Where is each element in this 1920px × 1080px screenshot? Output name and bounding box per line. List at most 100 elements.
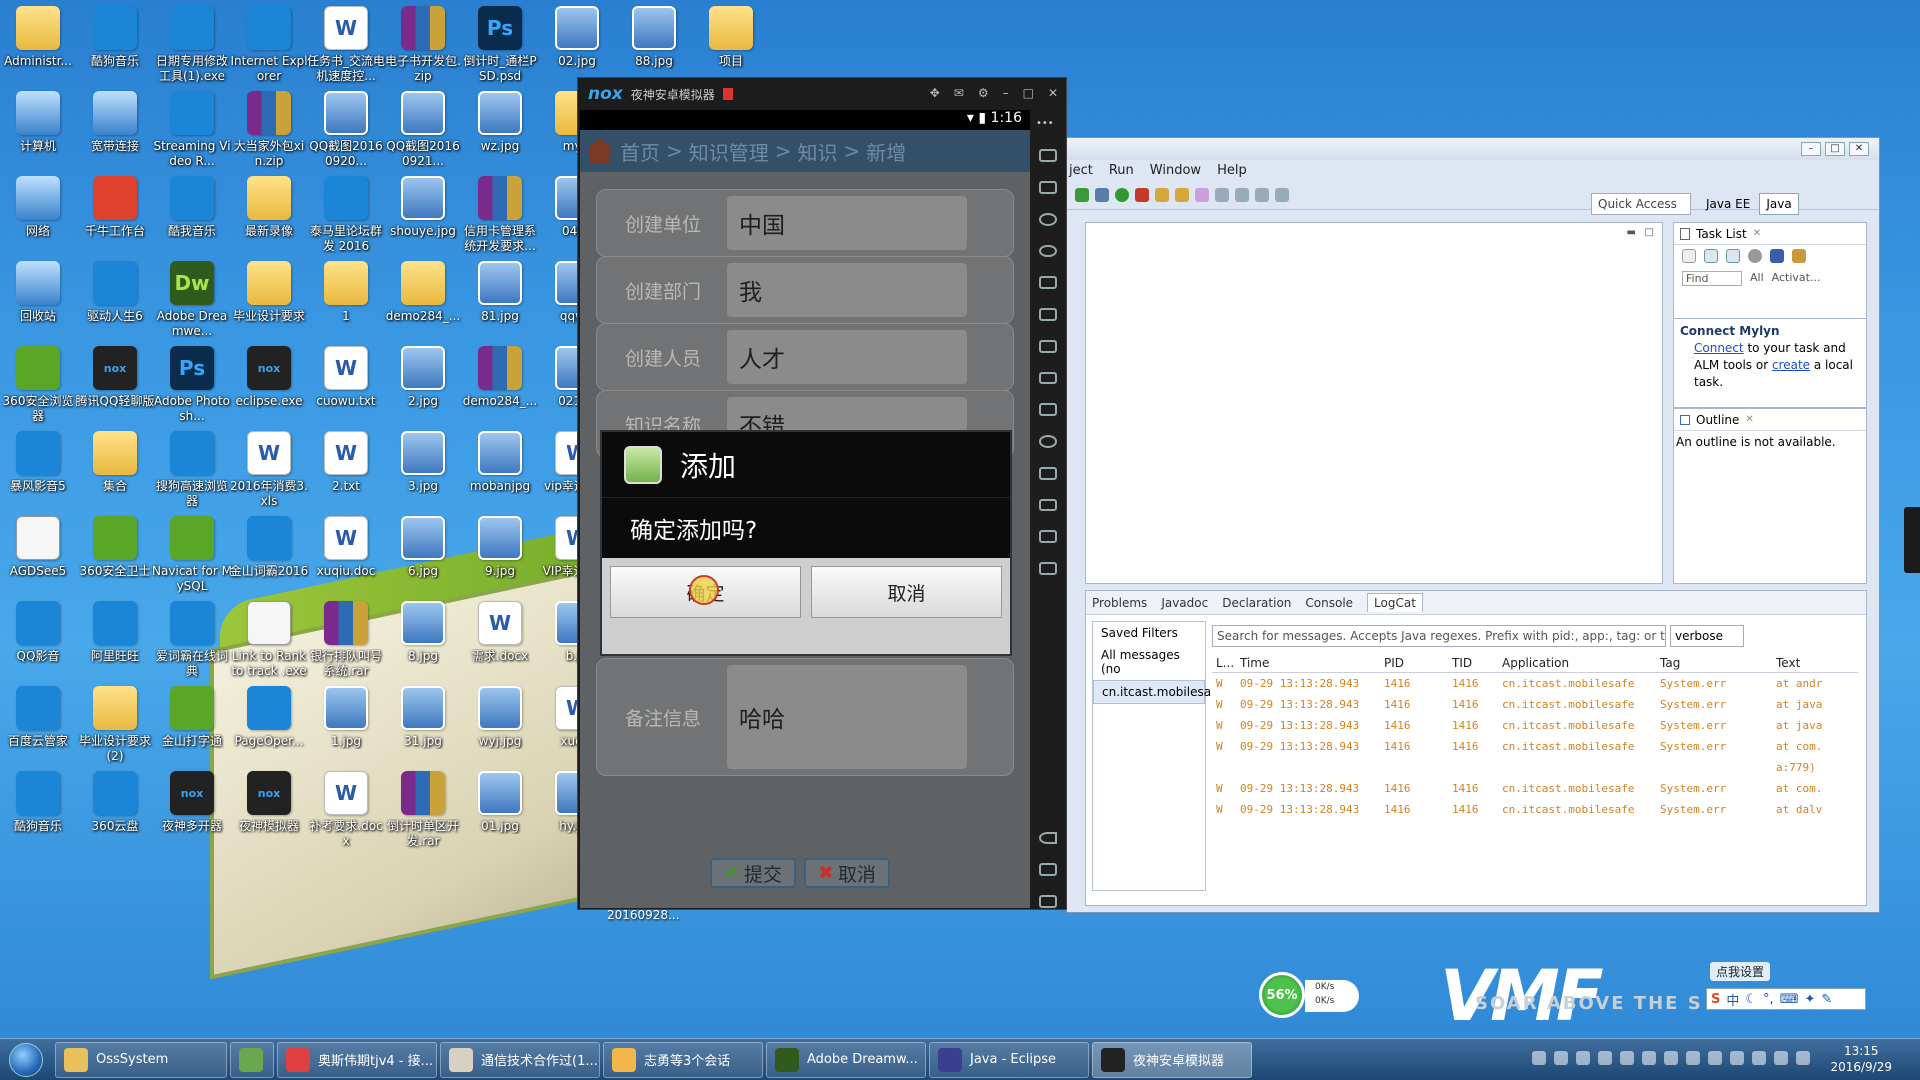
logcat-row[interactable]: W 09-29 13:13:28.943 1416 1416 cn.itcast.mob… <box>1212 736 1858 757</box>
sync-icon[interactable] <box>1792 249 1806 263</box>
home-icon[interactable] <box>586 138 614 164</box>
tab-declaration[interactable]: Declaration <box>1222 596 1291 610</box>
side-edge-tab[interactable] <box>1904 507 1920 573</box>
minimize-button[interactable]: – <box>1801 142 1821 156</box>
categorized-icon[interactable] <box>1704 249 1718 263</box>
tray-icon[interactable] <box>1576 1051 1590 1065</box>
close-button[interactable]: ✕ <box>1849 142 1869 156</box>
add-icon[interactable] <box>1039 562 1057 575</box>
menu-run[interactable]: Run <box>1109 163 1134 178</box>
logcat-row[interactable]: W 09-29 13:13:28.943 1416 1416 cn.itcast.mob… <box>1212 673 1858 694</box>
maximize-button[interactable]: □ <box>1825 142 1845 156</box>
back-icon[interactable] <box>1255 187 1269 202</box>
multi-instance-icon[interactable] <box>1039 530 1057 544</box>
scissors-icon[interactable] <box>1039 212 1057 226</box>
open-type-icon[interactable] <box>1175 187 1189 202</box>
logcat-search-input[interactable]: Search for messages. Accepts Java regexe… <box>1212 625 1666 647</box>
start-button[interactable] <box>0 1039 52 1080</box>
home-nav-icon[interactable] <box>1039 863 1057 877</box>
pencil-icon[interactable] <box>1195 187 1209 202</box>
android-screen[interactable]: ▾ ▮ 1:16 首页 > 知识管理 > 知识 > 新增 创建单位 中国 创建部… <box>580 110 1030 908</box>
desktop-icon[interactable]: W 补考要求.docx <box>306 765 386 865</box>
taskbar-item[interactable] <box>230 1041 274 1078</box>
network-icon[interactable] <box>1796 1051 1810 1065</box>
breadcrumb-knowledge[interactable]: 知识 <box>798 137 838 166</box>
menu-help[interactable]: Help <box>1217 163 1247 178</box>
mail-icon[interactable]: ✉ <box>954 86 964 100</box>
maximize-icon[interactable]: □ <box>1023 86 1034 100</box>
logcat-row[interactable]: W 09-29 13:13:28.943 1416 1416 cn.itcast.mob… <box>1212 694 1858 715</box>
tab-console[interactable]: Console <box>1305 596 1353 610</box>
close-tab-icon[interactable]: ✕ <box>1745 414 1753 425</box>
tray-icon[interactable] <box>1620 1051 1634 1065</box>
new-task-icon[interactable] <box>1682 249 1696 263</box>
quick-access-input[interactable]: Quick Access <box>1591 193 1691 215</box>
minimize-pane-icon[interactable]: ▬ <box>1627 227 1636 238</box>
tray-icon[interactable] <box>1664 1051 1678 1065</box>
volume-down-icon[interactable] <box>1039 371 1057 385</box>
run-icon[interactable] <box>1115 187 1129 202</box>
tray-icon[interactable] <box>1642 1051 1656 1065</box>
tray-icon[interactable] <box>1686 1051 1700 1065</box>
menu-window[interactable]: Window <box>1150 163 1201 178</box>
keyboard-icon[interactable]: ⌨ <box>1780 992 1799 1007</box>
sogou-icon[interactable]: S <box>1711 992 1720 1007</box>
pin-icon[interactable]: ✥ <box>930 86 940 100</box>
desktop-icon[interactable]: nox 夜神多开器 <box>152 765 232 865</box>
creator-input[interactable]: 人才 <box>727 330 967 384</box>
clock[interactable]: 13:15 2016/9/29 <box>1830 1043 1892 1075</box>
remark-input[interactable]: 哈哈 <box>727 665 967 769</box>
task-activate-link[interactable]: Activat... <box>1772 271 1821 286</box>
eclipse-window[interactable]: – □ ✕ ject Run Window Help Quick Access … <box>1066 137 1880 913</box>
col-pid[interactable]: PID <box>1384 656 1452 670</box>
more-icon[interactable]: ••• <box>1036 118 1060 130</box>
shake-icon[interactable] <box>1039 435 1057 448</box>
trash-icon[interactable] <box>1039 149 1057 163</box>
col-level[interactable]: L... <box>1212 656 1240 670</box>
outline-title[interactable]: Outline <box>1696 413 1739 427</box>
tab-logcat[interactable]: LogCat <box>1367 593 1423 612</box>
desktop-icon[interactable]: 01.jpg <box>460 765 540 865</box>
mylyn-create-link[interactable]: create <box>1772 358 1810 372</box>
dialog-ok-button[interactable]: 确定 <box>610 566 801 618</box>
logcat-row[interactable]: W 09-29 13:13:28.943 1416 1416 cn.itcast.mob… <box>1212 799 1858 820</box>
taskbar-item[interactable]: OssSystem <box>55 1041 227 1078</box>
taskbar-item[interactable]: 通信技术合作过(1... <box>440 1041 600 1078</box>
submit-button[interactable]: ✔ 提交 <box>710 858 796 888</box>
moon-icon[interactable]: ☾ <box>1745 992 1757 1007</box>
col-application[interactable]: Application <box>1502 656 1660 670</box>
back-icon[interactable] <box>1039 831 1057 845</box>
settings-icon[interactable]: ⚙ <box>978 86 989 100</box>
logcat-row[interactable]: a:779) <box>1212 757 1858 778</box>
eclipse-title-bar[interactable]: – □ ✕ <box>1067 138 1879 160</box>
ime-toolbar[interactable]: S 中 ☾ °, ⌨ ✦ ✎ <box>1706 988 1866 1010</box>
network-gauge[interactable]: 56% <box>1259 972 1305 1018</box>
tray-icon[interactable] <box>1598 1051 1612 1065</box>
apk-icon[interactable] <box>1039 181 1057 194</box>
focus-icon[interactable] <box>1748 249 1762 263</box>
breadcrumb-home[interactable]: 首页 <box>620 137 660 166</box>
keyboard-icon[interactable] <box>1039 276 1057 290</box>
desktop-icon[interactable]: nox 夜神模拟器 <box>229 765 309 865</box>
annotation-icon[interactable] <box>1215 187 1229 202</box>
task-all-link[interactable]: All <box>1750 271 1764 286</box>
hide-completed-icon[interactable] <box>1770 249 1784 263</box>
logcat-row[interactable]: W 09-29 13:13:28.943 1416 1416 cn.itcast.mob… <box>1212 778 1858 799</box>
tab-problems[interactable]: Problems <box>1092 596 1147 610</box>
cancel-form-button[interactable]: ✖ 取消 <box>804 858 890 888</box>
ime-settings-tip[interactable]: 点我设置 <box>1710 962 1771 981</box>
taskbar-item[interactable]: Adobe Dreamw... <box>766 1041 926 1078</box>
macro-icon[interactable] <box>1039 466 1057 480</box>
col-text[interactable]: Text <box>1776 656 1858 670</box>
location-icon[interactable] <box>1039 244 1057 258</box>
col-tid[interactable]: TID <box>1452 656 1502 670</box>
task-find-input[interactable]: Find <box>1682 271 1742 286</box>
desktop-icon[interactable]: 酷狗音乐 <box>0 765 78 865</box>
nox-emulator-window[interactable]: nox 夜神安卓模拟器 ✥ ✉ ⚙ – □ ✕ ▾ ▮ 1:16 首页 > 知识… <box>577 77 1067 910</box>
filter-item[interactable]: All messages (no <box>1093 644 1205 680</box>
taskbar-item[interactable]: 志勇等3个会话 <box>603 1041 763 1078</box>
maximize-pane-icon[interactable]: □ <box>1645 227 1654 238</box>
ime-mode[interactable]: 中 <box>1726 990 1739 1009</box>
taskbar-item[interactable]: 夜神安卓模拟器 <box>1092 1041 1252 1078</box>
mylyn-connect-link[interactable]: Connect <box>1694 341 1744 355</box>
